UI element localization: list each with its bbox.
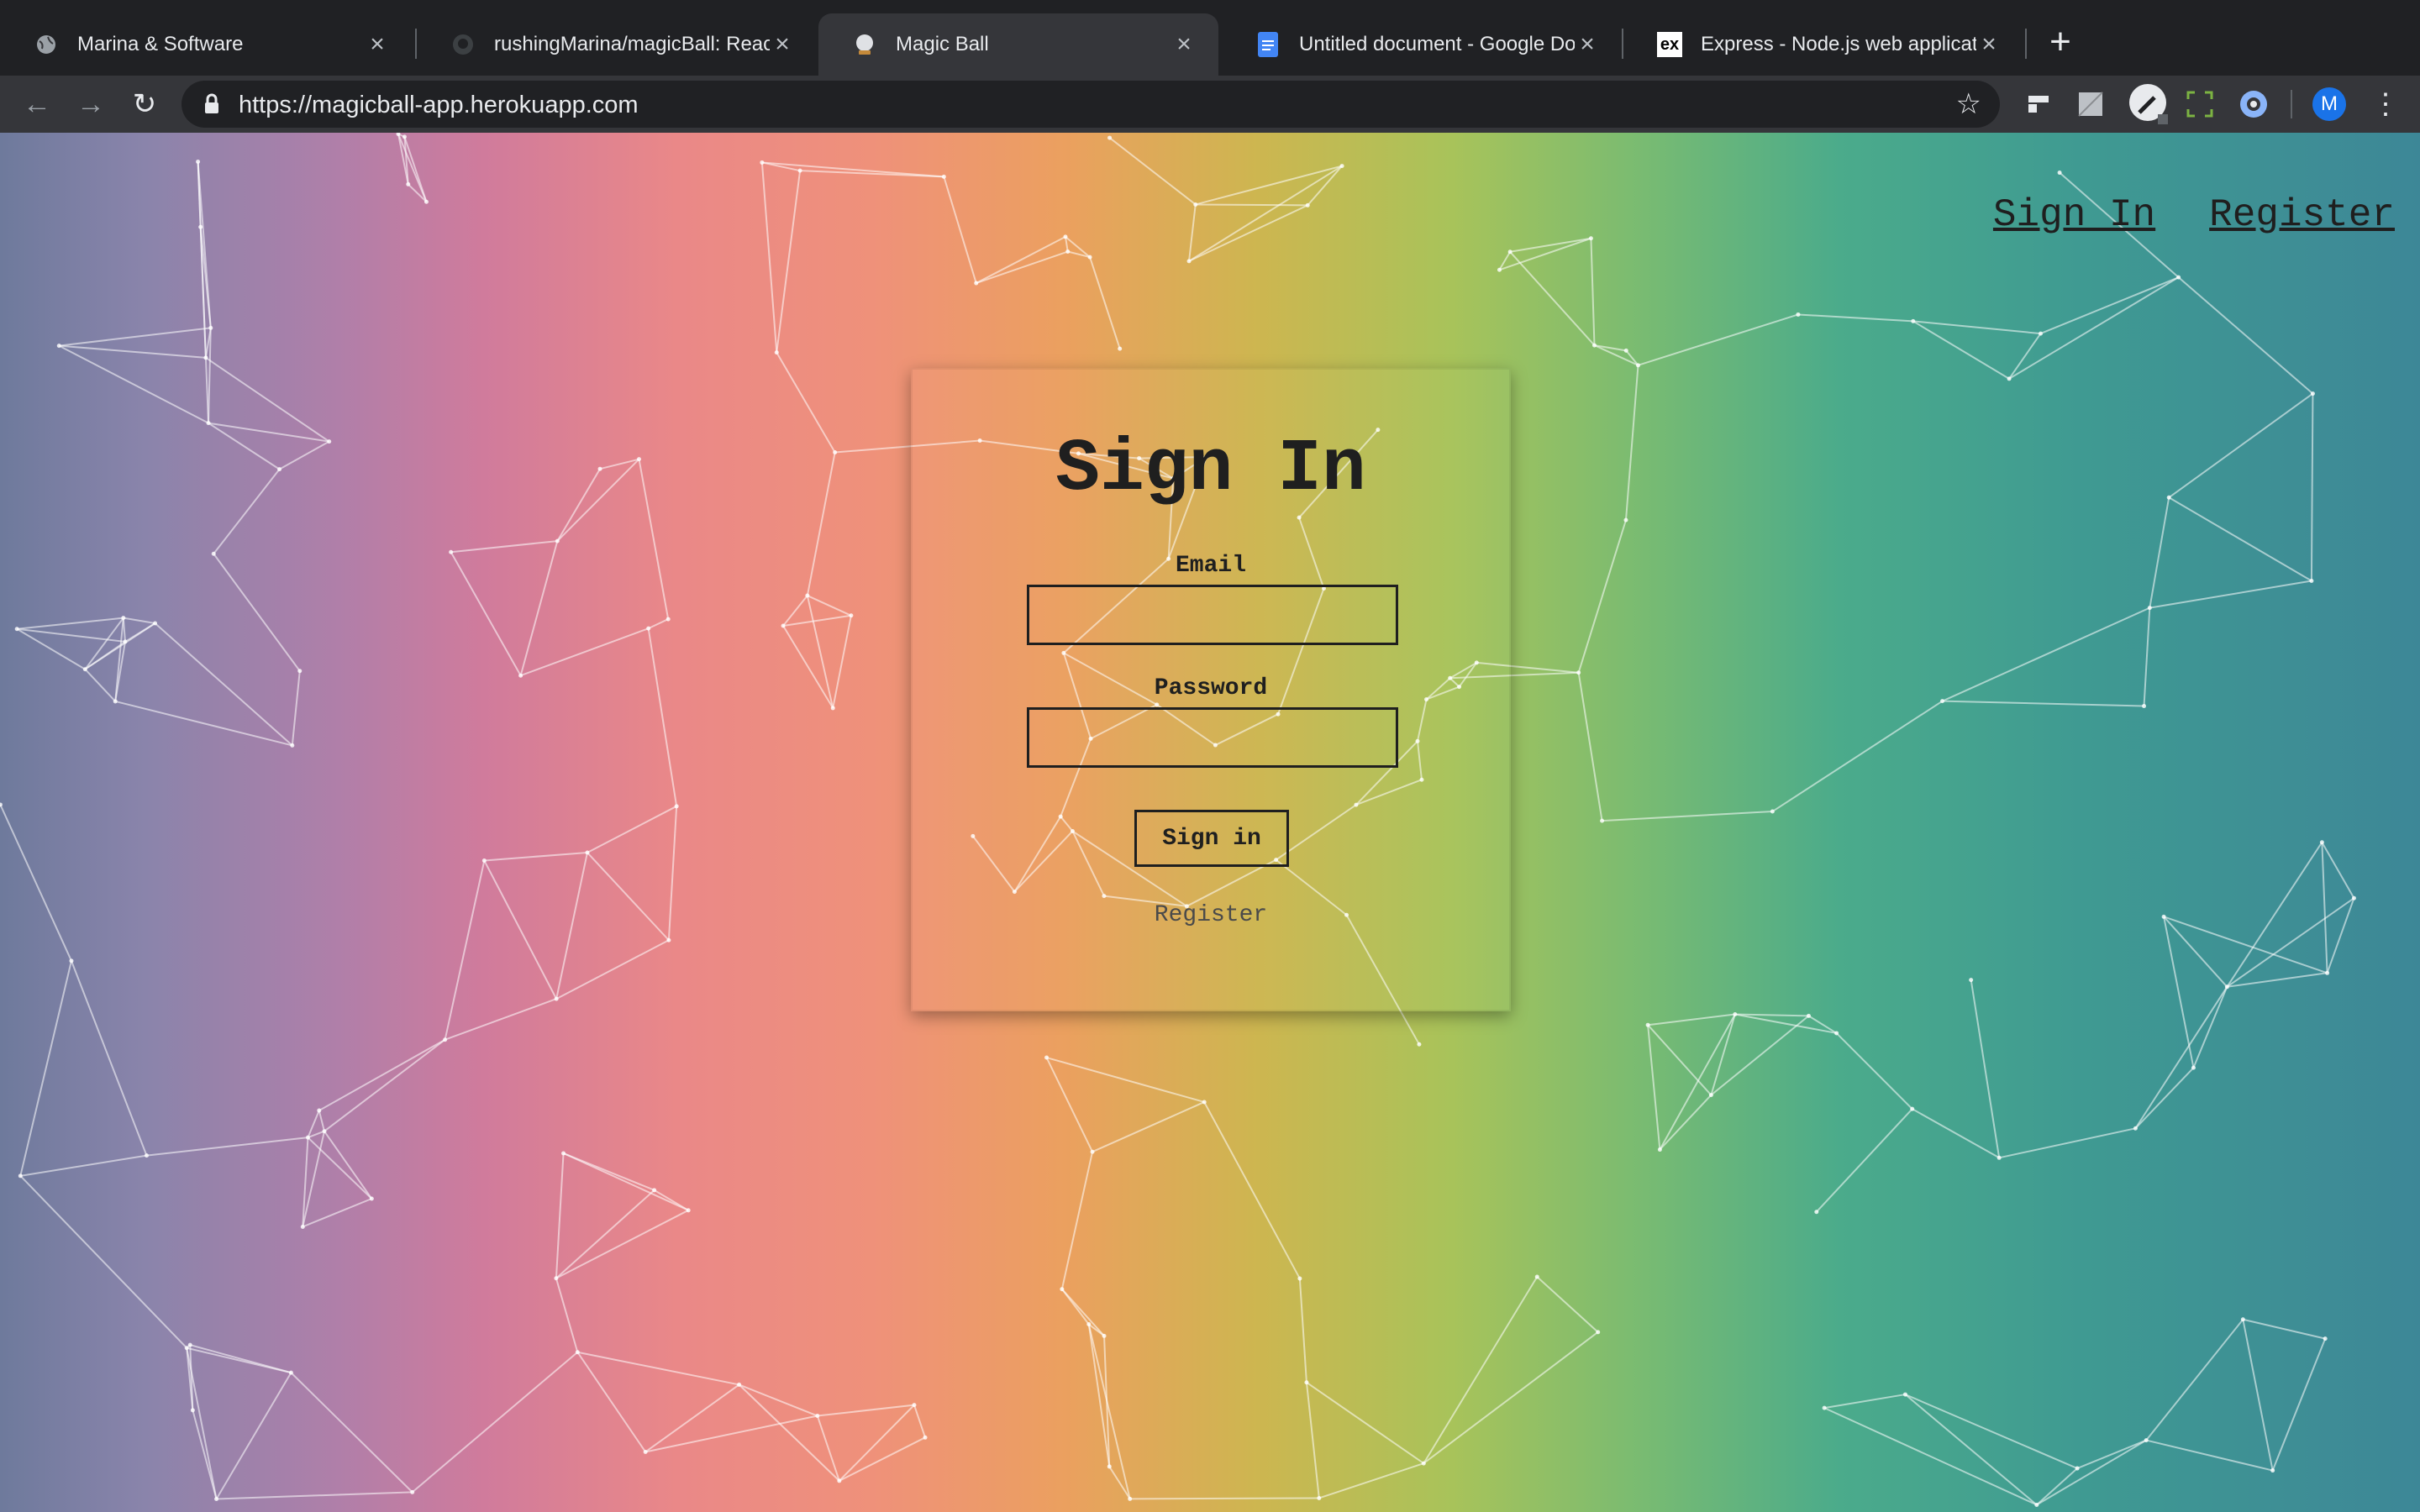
- password-label: Password: [1154, 675, 1268, 701]
- nav-register-link[interactable]: Register: [2209, 193, 2395, 237]
- tab-google-docs[interactable]: Untitled document - Google Do ×: [1222, 13, 1622, 76]
- toolbar-divider: [2291, 90, 2292, 118]
- extension-icon[interactable]: [2074, 87, 2107, 121]
- tab-marina-software[interactable]: Marina & Software ×: [0, 13, 412, 76]
- close-icon[interactable]: ×: [1575, 32, 1600, 57]
- email-field[interactable]: [1027, 585, 1398, 645]
- kebab-menu-icon[interactable]: ⋮: [2371, 86, 2400, 123]
- url-text: https://magicball-app.herokuapp.com: [239, 92, 639, 118]
- tab-magic-ball[interactable]: Magic Ball ×: [818, 13, 1218, 76]
- bookmark-star-icon[interactable]: ☆: [1956, 87, 1981, 121]
- close-icon[interactable]: ×: [365, 32, 390, 57]
- email-label: Email: [1175, 553, 1246, 579]
- globe-icon: [34, 32, 59, 57]
- nav-signin-link[interactable]: Sign In: [1993, 193, 2155, 237]
- eyedropper-extension-icon[interactable]: [2128, 82, 2171, 126]
- register-link[interactable]: Register: [913, 902, 1509, 928]
- tab-express[interactable]: ex Express - Node.js web applicat ×: [1623, 13, 2023, 76]
- extension-icon[interactable]: [2237, 87, 2270, 121]
- tab-title: rushingMarina/magicBall: Reac: [494, 33, 770, 55]
- address-bar[interactable]: https://magicball-app.herokuapp.com ☆: [182, 81, 2000, 128]
- reload-icon[interactable]: ↻: [126, 86, 163, 123]
- signin-card: Sign In Email Password Sign in Register: [911, 368, 1511, 1011]
- screenshot-extension-icon[interactable]: [2183, 87, 2217, 121]
- google-docs-icon: [1255, 32, 1281, 57]
- tab-title: Marina & Software: [77, 33, 244, 55]
- lock-icon: [200, 92, 224, 116]
- tab-title: Magic Ball: [896, 33, 989, 55]
- forward-icon[interactable]: →: [72, 86, 109, 123]
- back-icon[interactable]: ←: [18, 86, 55, 123]
- profile-avatar[interactable]: M: [2312, 87, 2346, 121]
- crystal-ball-icon: [852, 32, 877, 57]
- tab-strip: Marina & Software × rushingMarina/magicB…: [0, 0, 2420, 76]
- page-title: Sign In: [1055, 428, 1366, 512]
- github-icon: [450, 32, 476, 57]
- express-icon: ex: [1657, 32, 1682, 57]
- signin-button[interactable]: Sign in: [1134, 810, 1289, 867]
- tab-divider: [2025, 29, 2027, 59]
- top-nav: Sign In Register: [1993, 193, 2395, 237]
- close-icon[interactable]: ×: [1976, 32, 2002, 57]
- tab-title: Express - Node.js web applicat: [1701, 33, 1976, 55]
- close-icon[interactable]: ×: [1171, 32, 1197, 57]
- page-viewport: Sign In Register Sign In Email Password …: [0, 133, 2420, 1512]
- new-tab-button[interactable]: +: [2042, 24, 2079, 60]
- password-field[interactable]: [1027, 707, 1398, 768]
- extension-icon[interactable]: [2022, 87, 2055, 121]
- close-icon[interactable]: ×: [770, 32, 795, 57]
- tab-title: Untitled document - Google Do: [1299, 33, 1575, 55]
- tab-github[interactable]: rushingMarina/magicBall: Reac ×: [417, 13, 817, 76]
- browser-toolbar: ← → ↻ https://magicball-app.herokuapp.co…: [0, 76, 2420, 133]
